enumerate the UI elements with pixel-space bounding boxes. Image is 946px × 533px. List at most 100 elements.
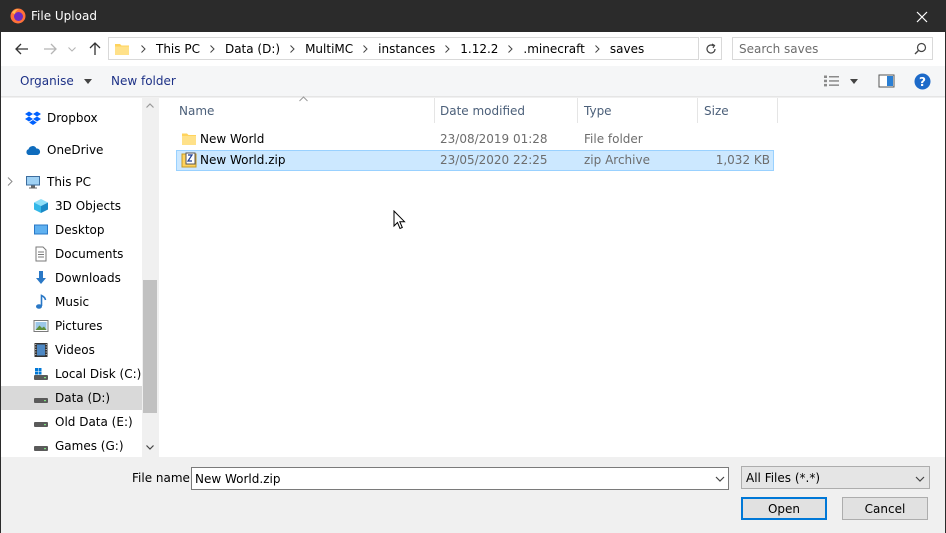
sidebar-item-music[interactable]: Music (1, 290, 142, 314)
column-header-date[interactable]: Date modified (435, 98, 577, 123)
search-input[interactable] (739, 41, 904, 57)
new-folder-button[interactable]: New folder (111, 74, 176, 88)
arrow-left-icon (15, 43, 28, 55)
sidebar-item-label: Documents (55, 247, 124, 261)
sidebar-item-videos[interactable]: Videos (1, 338, 142, 362)
open-button[interactable]: Open (741, 497, 827, 520)
breadcrumb-separator[interactable] (591, 45, 604, 53)
drive-icon (34, 368, 48, 380)
sidebar-item-desktop[interactable]: Desktop (1, 218, 142, 242)
breadcrumb-item[interactable]: MultiMC (299, 42, 359, 56)
forward-button[interactable] (39, 38, 61, 60)
downloads-icon (36, 271, 46, 284)
file-row-new-world[interactable]: New World 23/08/2019 01:28 File folder (176, 129, 774, 150)
sidebar-item-games-g[interactable]: Games (G:) (1, 434, 142, 457)
file-name-label: File name: (132, 471, 194, 485)
column-divider[interactable] (777, 98, 778, 123)
file-date: 23/05/2020 22:25 (440, 153, 548, 167)
file-list: Name Date modified Type Size New World 2… (159, 96, 945, 457)
cube-icon (34, 199, 48, 213)
breadcrumb-separator[interactable] (441, 45, 454, 53)
sidebar-item-label: Data (D:) (55, 391, 111, 405)
breadcrumb-separator[interactable] (359, 45, 372, 53)
view-options-button[interactable] (823, 74, 858, 88)
chevron-down-icon[interactable] (715, 473, 725, 485)
title-bar: File Upload (1, 1, 945, 32)
file-type: zip Archive (584, 153, 650, 167)
breadcrumb-separator[interactable] (286, 45, 299, 53)
sidebar-item-old-data-e[interactable]: Old Data (E:) (1, 410, 142, 434)
sidebar-item-label: Downloads (55, 271, 121, 285)
file-name-combobox[interactable] (191, 467, 729, 490)
sidebar-item-data-d[interactable]: Data (D:) (1, 386, 142, 410)
refresh-button[interactable] (700, 37, 722, 60)
sidebar-item-local-disk-c[interactable]: Local Disk (C:) (1, 362, 142, 386)
column-header-label: Name (179, 104, 215, 118)
file-name-input[interactable] (195, 471, 705, 487)
dialog-footer: File name: All Files (*.*) Open Cancel (1, 457, 945, 533)
drive-icon (34, 398, 48, 403)
help-icon: ? (914, 73, 931, 90)
column-header-name[interactable]: Name (159, 98, 434, 123)
sidebar-item-label: Dropbox (47, 111, 98, 125)
up-button[interactable] (85, 38, 105, 60)
sidebar-item-documents[interactable]: Documents (1, 242, 142, 266)
sidebar-item-dropbox[interactable]: Dropbox (1, 106, 142, 130)
breadcrumb-item[interactable]: .minecraft (517, 42, 590, 56)
preview-pane-button[interactable] (878, 74, 895, 88)
drive-icon (34, 422, 48, 427)
sidebar-item-pictures[interactable]: Pictures (1, 314, 142, 338)
sidebar-item-downloads[interactable]: Downloads (1, 266, 142, 290)
folder-icon (182, 133, 196, 145)
chevron-right-icon[interactable] (7, 177, 13, 186)
refresh-icon (705, 42, 716, 54)
back-button[interactable] (11, 38, 33, 60)
breadcrumb-item[interactable]: Data (D:) (219, 42, 286, 56)
search-box[interactable] (732, 37, 933, 60)
scroll-down-icon[interactable] (146, 445, 154, 450)
sidebar-item-onedrive[interactable]: OneDrive (1, 138, 142, 162)
new-folder-label: New folder (111, 74, 176, 88)
close-button[interactable] (899, 1, 945, 32)
search-icon (914, 42, 927, 55)
sidebar-item-label: Music (55, 295, 90, 309)
file-row-new-world-zip[interactable]: New World.zip 23/05/2020 22:25 zip Archi… (176, 150, 774, 171)
firefox-logo-icon (10, 8, 26, 24)
music-icon (36, 294, 47, 309)
breadcrumb-separator[interactable] (137, 45, 150, 53)
breadcrumb-separator[interactable] (206, 45, 219, 53)
column-header-size[interactable]: Size (698, 98, 777, 123)
scrollbar-thumb[interactable] (143, 280, 157, 413)
breadcrumb-item[interactable]: This PC (150, 42, 206, 56)
drive-icon (34, 446, 48, 451)
organise-button[interactable]: Organise (20, 74, 92, 88)
sidebar-item-3d-objects[interactable]: 3D Objects (1, 194, 142, 218)
chevron-down-icon (915, 476, 925, 482)
breadcrumb-item[interactable]: 1.12.2 (454, 42, 504, 56)
close-icon (916, 11, 928, 22)
chevron-right-icon (508, 45, 514, 53)
help-button[interactable]: ? (914, 73, 931, 90)
chevron-down-icon (68, 46, 76, 52)
scroll-up-icon[interactable] (146, 103, 154, 108)
chevron-right-icon (595, 45, 600, 53)
sidebar-item-label: 3D Objects (55, 199, 122, 213)
column-header-label: Date modified (440, 104, 526, 118)
sidebar-item-this-pc[interactable]: This PC (1, 170, 142, 194)
arrow-up-icon (89, 42, 101, 55)
pictures-icon (33, 320, 49, 332)
chevron-down-icon (83, 78, 92, 84)
dropbox-icon (25, 111, 41, 125)
column-header-type[interactable]: Type (578, 98, 697, 123)
sidebar-scrollbar[interactable] (142, 98, 158, 457)
breadcrumb-item[interactable]: saves (604, 42, 650, 56)
breadcrumb-item[interactable]: instances (372, 42, 441, 56)
address-bar[interactable]: This PC Data (D:) MultiMC instances 1.12… (108, 37, 795, 60)
breadcrumb-separator[interactable] (504, 45, 517, 53)
cancel-button[interactable]: Cancel (842, 497, 928, 520)
preview-pane-icon (878, 74, 895, 88)
chevron-right-icon (210, 45, 215, 53)
file-type-select[interactable]: All Files (*.*) (741, 466, 930, 489)
details-view-icon (824, 75, 839, 87)
recent-locations-button[interactable] (65, 38, 79, 60)
